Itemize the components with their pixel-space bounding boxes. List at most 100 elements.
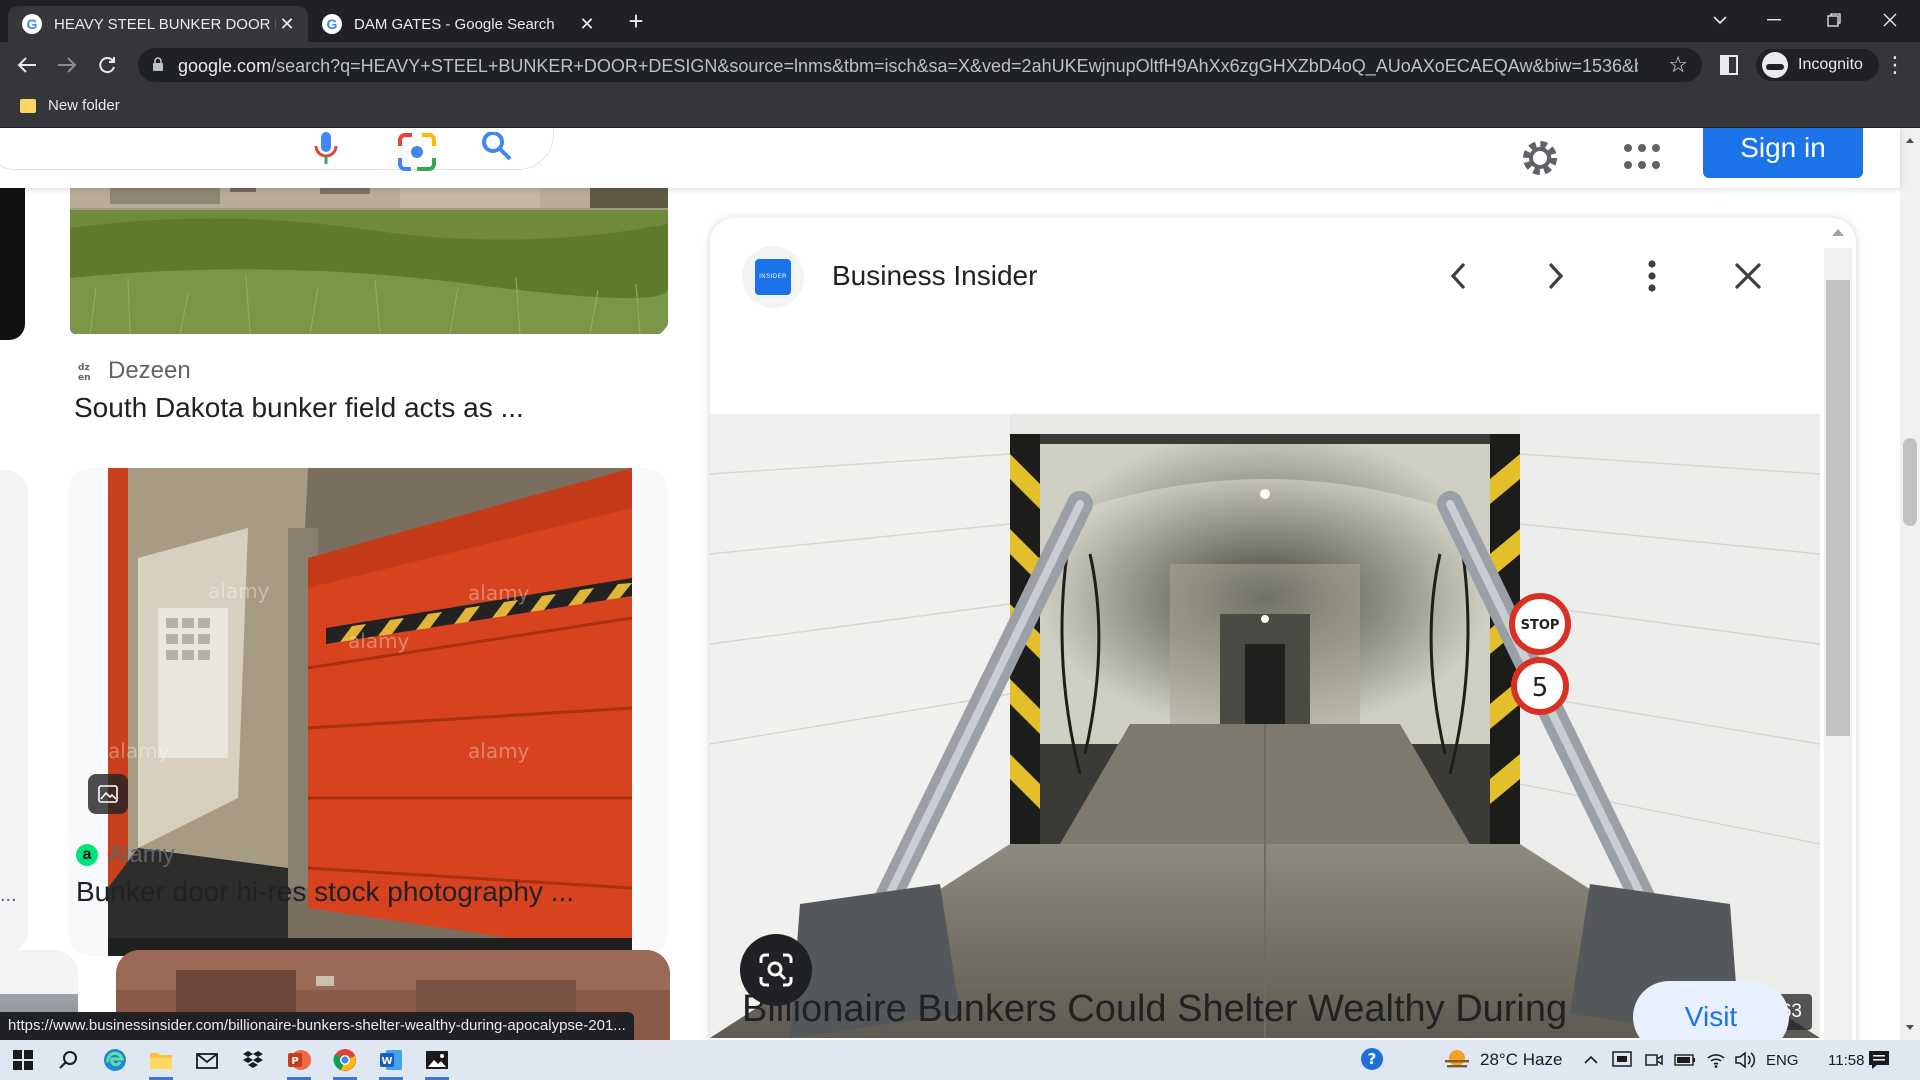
bookmark-new-folder[interactable]: New folder <box>20 97 120 114</box>
result-caption[interactable]: South Dakota bunker field acts as ... <box>74 392 524 424</box>
chrome-icon[interactable] <box>322 1040 368 1080</box>
settings-gear-icon[interactable] <box>1518 136 1562 180</box>
address-bar[interactable]: google.com/search?q=HEAVY+STEEL+BUNKER+D… <box>138 48 1702 82</box>
start-button[interactable] <box>0 1040 46 1080</box>
svg-text:?: ? <box>1368 1050 1377 1068</box>
image-badge-icon <box>88 774 128 814</box>
bookmarks-bar: New folder <box>0 88 1920 128</box>
preview-title[interactable]: Billionaire Bunkers Could Shelter Wealth… <box>742 988 1567 1031</box>
svg-text:alamy: alamy <box>468 739 530 763</box>
svg-text:alamy: alamy <box>348 629 410 653</box>
meet-now-icon[interactable] <box>1612 1040 1632 1080</box>
result-source[interactable]: a Alamy <box>76 841 175 869</box>
voice-search-icon[interactable] <box>312 132 340 172</box>
result-caption[interactable]: Bunker door hi-res stock photography ... <box>76 876 574 908</box>
edge-icon[interactable] <box>92 1040 138 1080</box>
minimize-button[interactable] <box>1746 0 1802 40</box>
dropbox-icon[interactable] <box>230 1040 276 1080</box>
help-icon[interactable]: ? <box>1360 1040 1386 1080</box>
url-text: google.com/search?q=HEAVY+STEEL+BUNKER+D… <box>178 56 1638 77</box>
video-camera-icon[interactable] <box>1644 1040 1664 1080</box>
close-tab-icon[interactable]: ✕ <box>276 13 298 35</box>
weather-widget[interactable]: 28°C Haze <box>1444 1040 1562 1080</box>
incognito-icon <box>1762 52 1788 78</box>
previous-image-icon[interactable] <box>1438 256 1478 296</box>
google-images-page: Sign in ... dz en Dezeen South Dakota bu… <box>0 128 1920 1040</box>
preview-scroll-thumb[interactable] <box>1826 280 1850 736</box>
tab-dam-gates[interactable]: G DAM GATES - Google Search ✕ <box>308 6 608 42</box>
google-favicon-icon: G <box>322 14 342 34</box>
windows-logo-icon <box>13 1050 33 1070</box>
business-insider-logo: INSIDER <box>742 246 804 308</box>
clock[interactable]: 11:58 <box>1828 1040 1864 1080</box>
bookmark-label: New folder <box>48 97 120 114</box>
search-box[interactable] <box>0 128 554 170</box>
word-icon[interactable]: W <box>368 1040 414 1080</box>
result-source[interactable]: dz en Dezeen <box>76 357 191 385</box>
google-favicon-icon: G <box>22 14 42 34</box>
tab-title: DAM GATES - Google Search <box>354 15 555 33</box>
preview-source-name[interactable]: Business Insider <box>832 260 1037 292</box>
incognito-profile-button[interactable]: Incognito <box>1756 49 1879 81</box>
reload-icon[interactable] <box>92 50 122 80</box>
forward-icon[interactable] <box>52 50 82 80</box>
close-preview-icon[interactable] <box>1728 256 1768 296</box>
speed-sign-text: 5 <box>1532 673 1549 703</box>
link-status-bubble: https://www.businessinsider.com/billiona… <box>0 1012 634 1040</box>
svg-text:dz: dz <box>78 363 90 373</box>
mail-icon[interactable] <box>184 1040 230 1080</box>
tab-strip: G HEAVY STEEL BUNKER DOOR DE ✕ G DAM GAT… <box>0 0 1920 42</box>
weather-text: 28°C Haze <box>1480 1050 1563 1069</box>
file-explorer-icon[interactable] <box>138 1040 184 1080</box>
svg-text:alamy: alamy <box>208 579 270 603</box>
search-icon[interactable] <box>480 132 514 168</box>
page-scrollbar[interactable] <box>1900 128 1920 1040</box>
back-icon[interactable] <box>12 50 42 80</box>
incognito-label: Incognito <box>1798 56 1863 73</box>
tab-title: HEAVY STEEL BUNKER DOOR DE <box>54 15 276 33</box>
logo-text: INSIDER <box>755 259 791 295</box>
new-tab-button[interactable]: + <box>622 8 650 36</box>
svg-text:W: W <box>381 1056 392 1067</box>
tab-search-icon[interactable] <box>1692 0 1748 40</box>
wifi-icon[interactable] <box>1706 1040 1726 1080</box>
language-indicator[interactable]: ENG <box>1766 1040 1799 1080</box>
next-image-icon[interactable] <box>1536 256 1576 296</box>
taskbar-search-icon[interactable] <box>46 1040 92 1080</box>
volume-icon[interactable] <box>1734 1040 1756 1080</box>
stop-sign-text: STOP <box>1521 618 1560 633</box>
result-source-name: Dezeen <box>108 357 191 384</box>
preview-scrollbar[interactable] <box>1824 224 1852 1040</box>
restore-button[interactable] <box>1806 0 1862 40</box>
google-header: Sign in <box>0 128 1900 188</box>
svg-text:alamy: alamy <box>468 581 530 605</box>
clipped-caption: ... <box>0 884 17 906</box>
notifications-icon[interactable] <box>1868 1040 1890 1080</box>
windows-taskbar: P W ? 28°C Haze ENG 11:58 <box>0 1040 1920 1080</box>
image-preview-panel: INSIDER Business Insider STOP 5 <box>710 218 1856 1040</box>
show-hidden-icons[interactable] <box>1584 1040 1598 1080</box>
battery-icon[interactable] <box>1674 1040 1696 1080</box>
clipped-result-card[interactable] <box>0 470 28 954</box>
svg-text:alamy: alamy <box>108 739 170 763</box>
google-apps-icon[interactable] <box>1620 138 1660 178</box>
preview-image[interactable]: STOP 5 1,000 × 563 <box>710 414 1820 1038</box>
more-options-icon[interactable] <box>1632 256 1672 296</box>
powerpoint-icon[interactable]: P <box>276 1040 322 1080</box>
sign-in-button[interactable]: Sign in <box>1703 128 1863 178</box>
haze-sun-icon <box>1445 1050 1469 1068</box>
clipped-result-thumbnail[interactable] <box>0 178 25 340</box>
folder-icon <box>20 98 36 113</box>
tab-bunker-door[interactable]: G HEAVY STEEL BUNKER DOOR DE ✕ <box>8 6 308 42</box>
side-panel-icon[interactable] <box>1720 55 1738 75</box>
photos-icon[interactable] <box>414 1040 460 1080</box>
close-tab-icon[interactable]: ✕ <box>576 13 598 35</box>
bookmark-star-icon[interactable]: ☆ <box>1668 52 1688 78</box>
lock-icon <box>153 57 163 71</box>
result-source-name: Alamy <box>108 841 175 868</box>
browser-menu-icon[interactable]: ⋮ <box>1884 52 1906 78</box>
page-scroll-thumb[interactable] <box>1903 438 1917 526</box>
close-window-button[interactable] <box>1862 0 1918 40</box>
visit-button[interactable]: Visit <box>1633 981 1789 1040</box>
lens-search-icon[interactable] <box>396 132 438 172</box>
